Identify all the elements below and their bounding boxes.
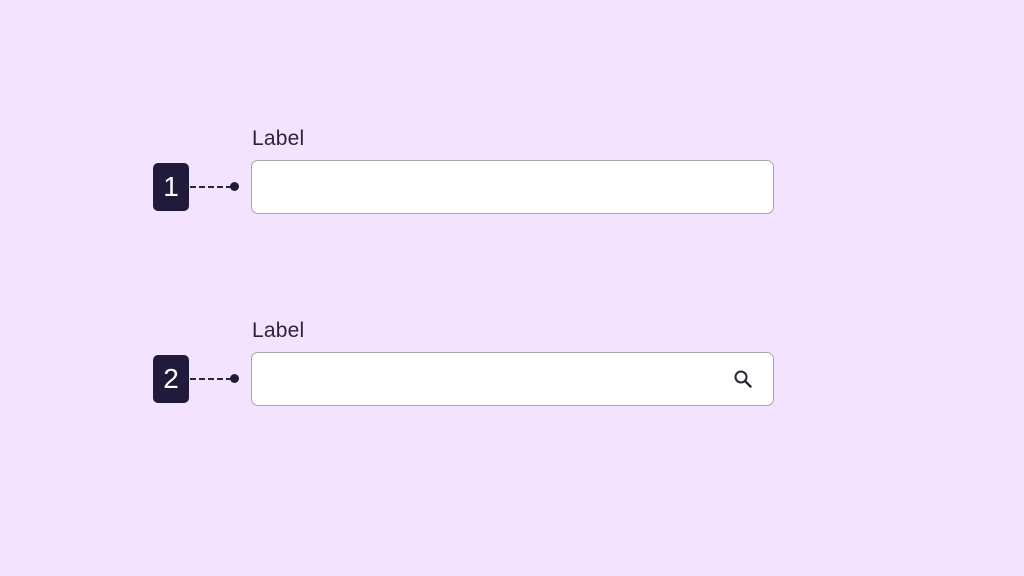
text-field-group-2: Label 2: [0, 318, 1024, 408]
text-field-group-1: Label 1: [0, 126, 1024, 216]
text-field-1: [251, 160, 774, 214]
annotation-connector-line: [190, 186, 232, 188]
field-label: Label: [252, 319, 305, 342]
annotation-connector-line: [190, 378, 232, 380]
search-input[interactable]: [268, 353, 729, 405]
annotation-marker-1: 1: [153, 163, 189, 211]
annotation-connector-dot: [230, 374, 239, 383]
field-label: Label: [252, 127, 305, 150]
component-spec-canvas: Label 1 Label 2: [0, 0, 1024, 576]
annotation-marker-2: 2: [153, 355, 189, 403]
text-input[interactable]: [268, 161, 757, 213]
search-icon[interactable]: [729, 365, 757, 393]
search-field: [251, 352, 774, 406]
annotation-connector-dot: [230, 182, 239, 191]
